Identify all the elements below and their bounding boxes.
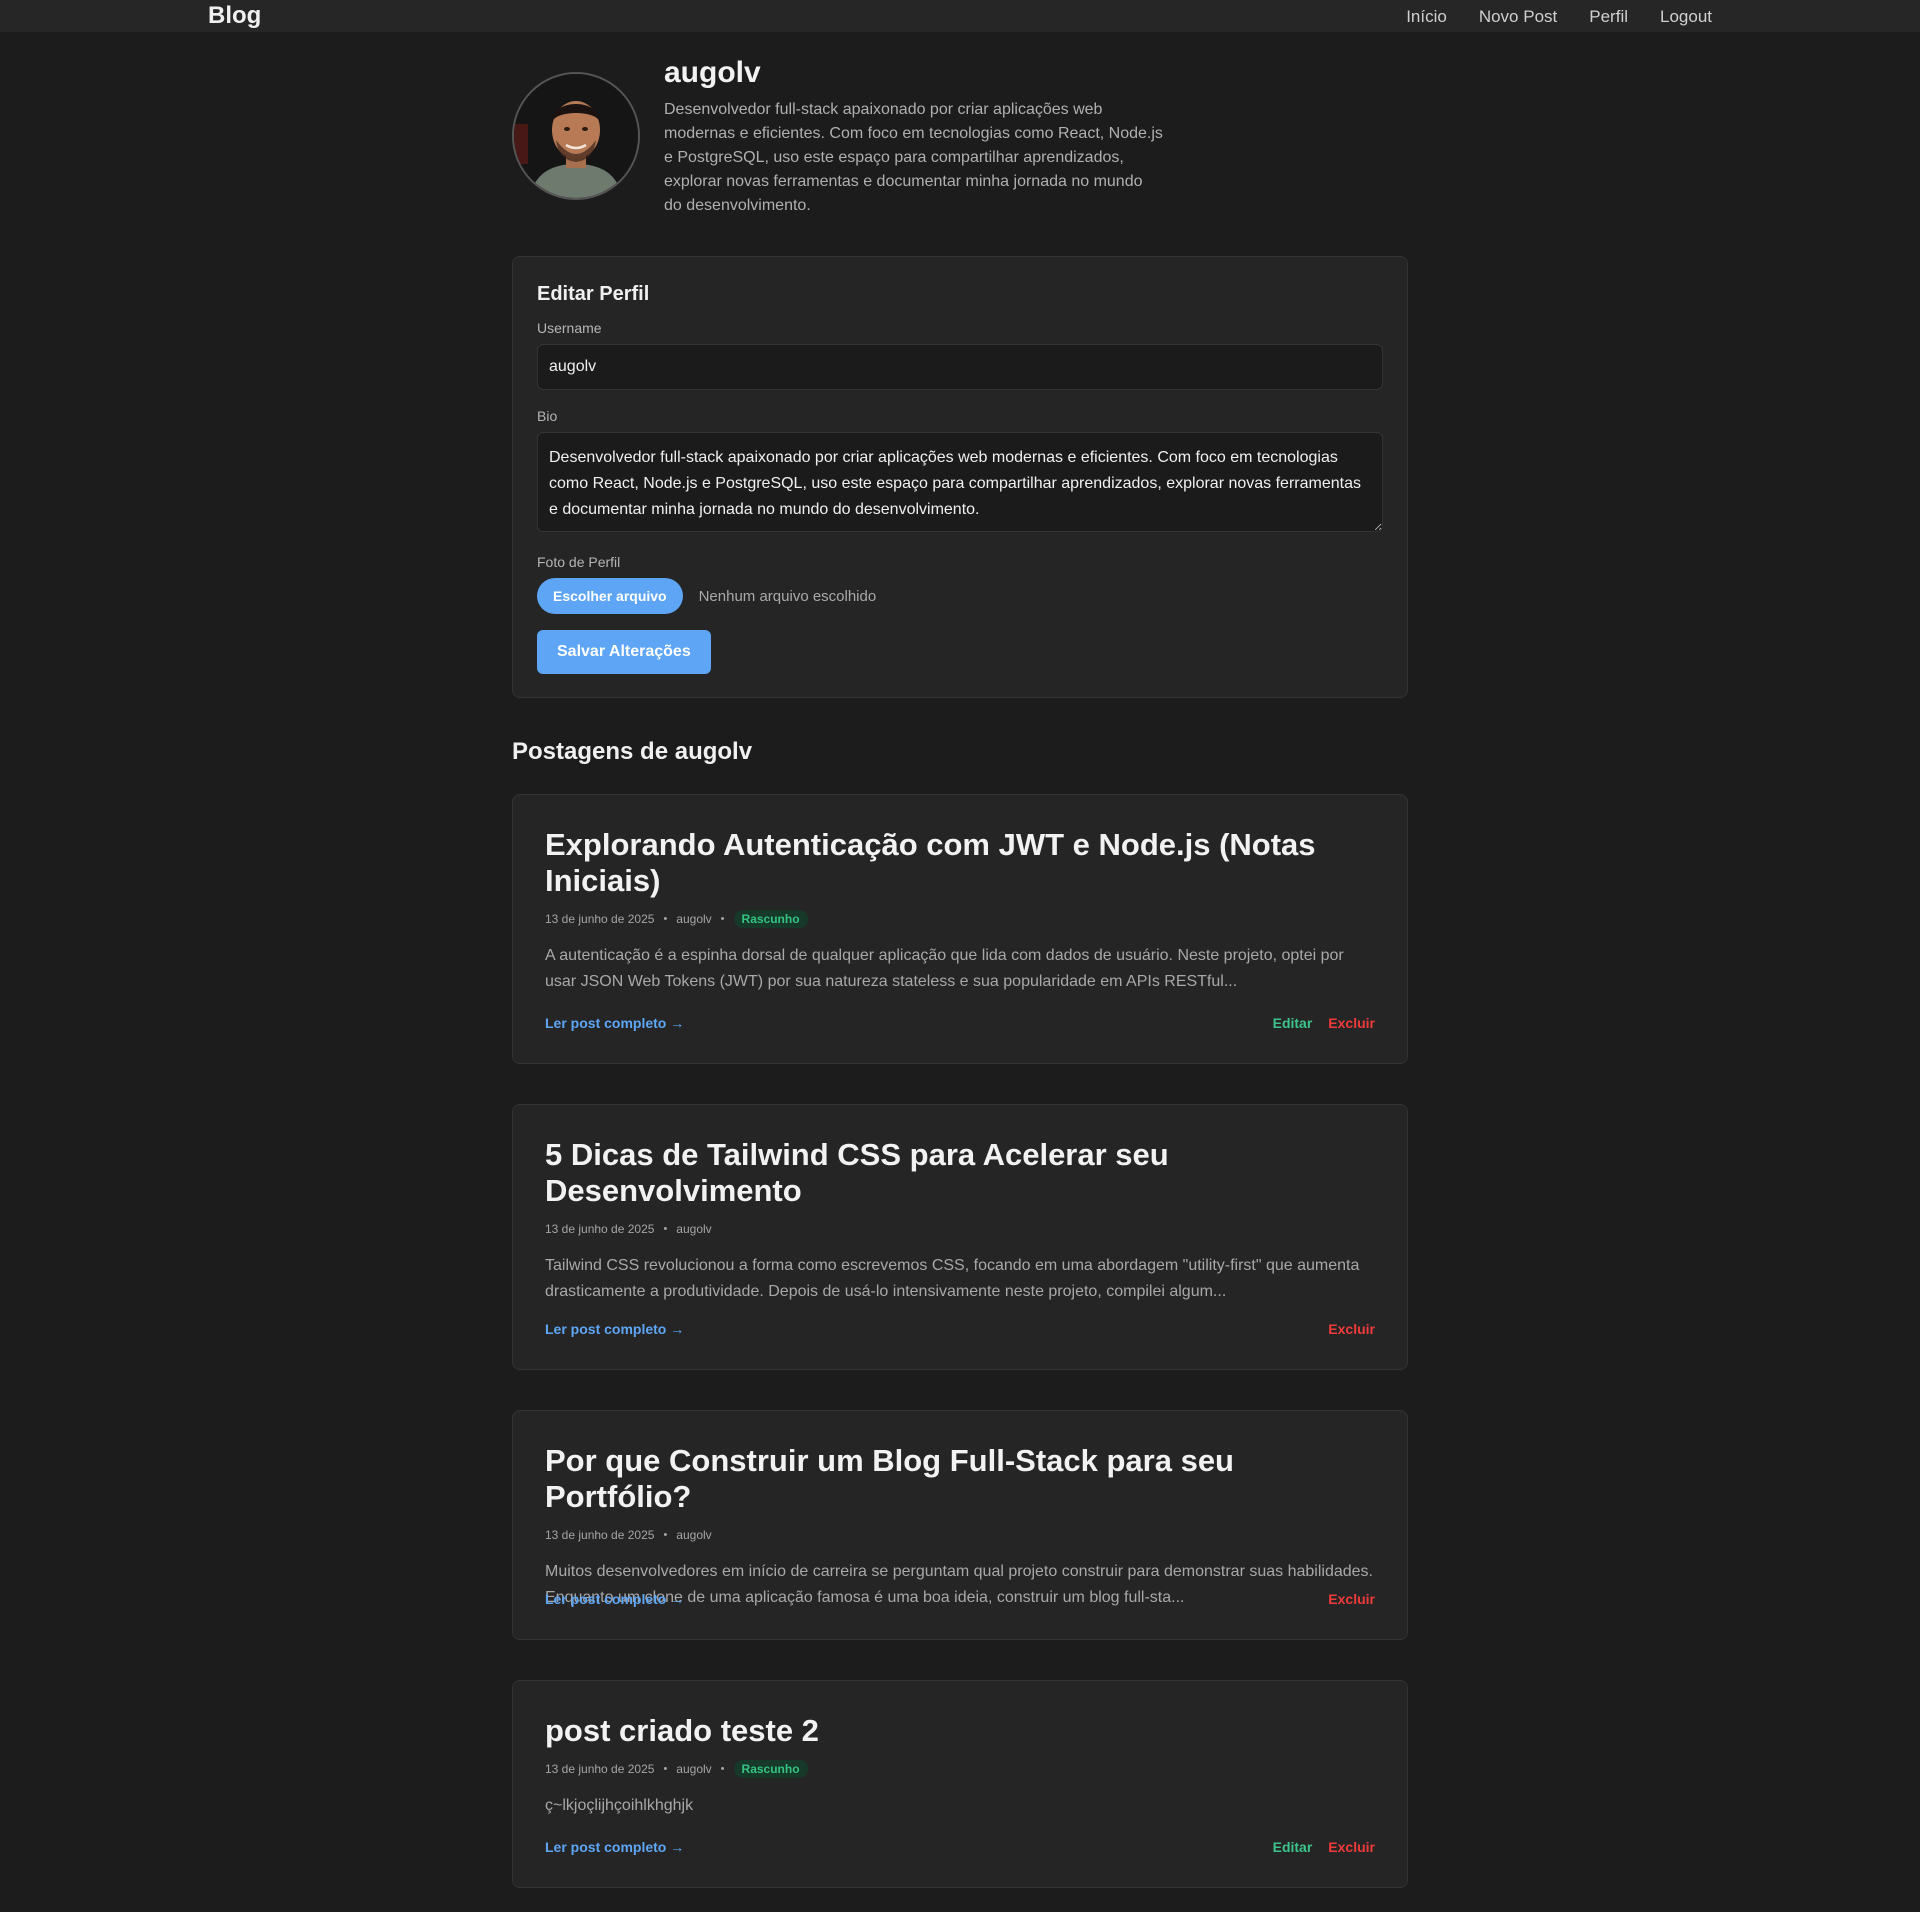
post-actions: Editar Excluir (1273, 1839, 1375, 1855)
post-author: augolv (676, 1762, 712, 1776)
separator-dot: • (663, 913, 668, 925)
edit-post-link[interactable]: Editar (1273, 1015, 1313, 1031)
nav-link-novo-post[interactable]: Novo Post (1479, 7, 1557, 27)
post-card: 5 Dicas de Tailwind CSS para Acelerar se… (512, 1104, 1408, 1370)
post-title: post criado teste 2 (545, 1713, 819, 1748)
file-status-text: Nenhum arquivo escolhido (698, 587, 877, 605)
bio-label: Bio (537, 408, 558, 424)
post-meta: 13 de junho de 2025 • augolv • Rascunho (545, 1759, 1375, 1779)
read-more-link[interactable]: Ler post completo → (545, 1015, 684, 1031)
choose-file-button[interactable]: Escolher arquivo (537, 578, 683, 614)
post-date: 13 de junho de 2025 (545, 912, 655, 926)
post-meta: 13 de junho de 2025 • augolv (545, 1525, 1375, 1545)
post-author: augolv (676, 1222, 712, 1236)
post-card: post criado teste 2 13 de junho de 2025 … (512, 1680, 1408, 1888)
post-author: augolv (676, 1528, 712, 1542)
post-meta: 13 de junho de 2025 • augolv (545, 1219, 1375, 1239)
post-title: Por que Construir um Blog Full-Stack par… (545, 1443, 1234, 1514)
photo-label: Foto de Perfil (537, 554, 621, 570)
post-card: Explorando Autenticação com JWT e Node.j… (512, 794, 1408, 1064)
brand-logo-link[interactable]: Blog (208, 2, 261, 30)
post-meta: 13 de junho de 2025 • augolv • Rascunho (545, 909, 1375, 929)
post-title: Explorando Autenticação com JWT e Node.j… (545, 827, 1316, 898)
username-label: Username (537, 320, 602, 336)
post-excerpt: A autenticação é a espinha dorsal de qua… (545, 947, 1344, 990)
post-footer: Ler post completo → Excluir (545, 1591, 1375, 1607)
delete-post-link[interactable]: Excluir (1328, 1839, 1375, 1855)
draft-badge: Rascunho (733, 1760, 808, 1778)
username-input[interactable] (537, 344, 1383, 390)
file-picker: Escolher arquivo Nenhum arquivo escolhid… (537, 578, 1383, 614)
read-more-link[interactable]: Ler post completo → (545, 1591, 684, 1607)
post-excerpt: Tailwind CSS revolucionou a forma como e… (545, 1257, 1360, 1300)
profile-header: augolv Desenvolvedor full-stack apaixona… (512, 56, 1408, 226)
posts-section-title: Postagens de augolv (512, 738, 753, 765)
post-author: augolv (676, 912, 712, 926)
edit-profile-title: Editar Perfil (537, 283, 650, 305)
separator-dot: • (720, 1763, 725, 1775)
post-actions: Excluir (1328, 1321, 1375, 1337)
separator-dot: • (663, 1763, 668, 1775)
separator-dot: • (663, 1223, 668, 1235)
post-actions: Excluir (1328, 1591, 1375, 1607)
delete-post-link[interactable]: Excluir (1328, 1015, 1375, 1031)
post-footer: Ler post completo → Editar Excluir (545, 1839, 1375, 1855)
separator-dot: • (663, 1529, 668, 1541)
top-navbar: Blog Início Novo Post Perfil Logout (0, 0, 1920, 32)
post-footer: Ler post completo → Editar Excluir (545, 1015, 1375, 1031)
profile-username: augolv (664, 56, 761, 89)
profile-bio: Desenvolvedor full-stack apaixonado por … (664, 101, 1163, 214)
nav-link-logout[interactable]: Logout (1660, 7, 1712, 27)
nav-link-inicio[interactable]: Início (1406, 7, 1447, 27)
post-title: 5 Dicas de Tailwind CSS para Acelerar se… (545, 1137, 1169, 1208)
bio-textarea[interactable]: Desenvolvedor full-stack apaixonado por … (537, 432, 1383, 532)
post-date: 13 de junho de 2025 (545, 1528, 655, 1542)
edit-post-link[interactable]: Editar (1273, 1839, 1313, 1855)
post-card: Por que Construir um Blog Full-Stack par… (512, 1410, 1408, 1640)
draft-badge: Rascunho (733, 910, 808, 928)
post-footer: Ler post completo → Excluir (545, 1321, 1375, 1337)
avatar (512, 72, 640, 200)
read-more-link[interactable]: Ler post completo → (545, 1839, 684, 1855)
separator-dot: • (720, 913, 725, 925)
post-excerpt: ç~lkjoçlijhçoihlkhghjk (545, 1797, 694, 1814)
read-more-link[interactable]: Ler post completo → (545, 1321, 684, 1337)
post-date: 13 de junho de 2025 (545, 1762, 655, 1776)
edit-profile-card: Editar Perfil Username Bio Desenvolvedor… (512, 256, 1408, 698)
avatar-portrait-icon (514, 74, 638, 198)
post-date: 13 de junho de 2025 (545, 1222, 655, 1236)
post-actions: Editar Excluir (1273, 1015, 1375, 1031)
nav-links: Início Novo Post Perfil Logout (1406, 7, 1712, 27)
delete-post-link[interactable]: Excluir (1328, 1321, 1375, 1337)
nav-link-perfil[interactable]: Perfil (1589, 7, 1628, 27)
delete-post-link[interactable]: Excluir (1328, 1591, 1375, 1607)
save-changes-button[interactable]: Salvar Alterações (537, 630, 711, 674)
